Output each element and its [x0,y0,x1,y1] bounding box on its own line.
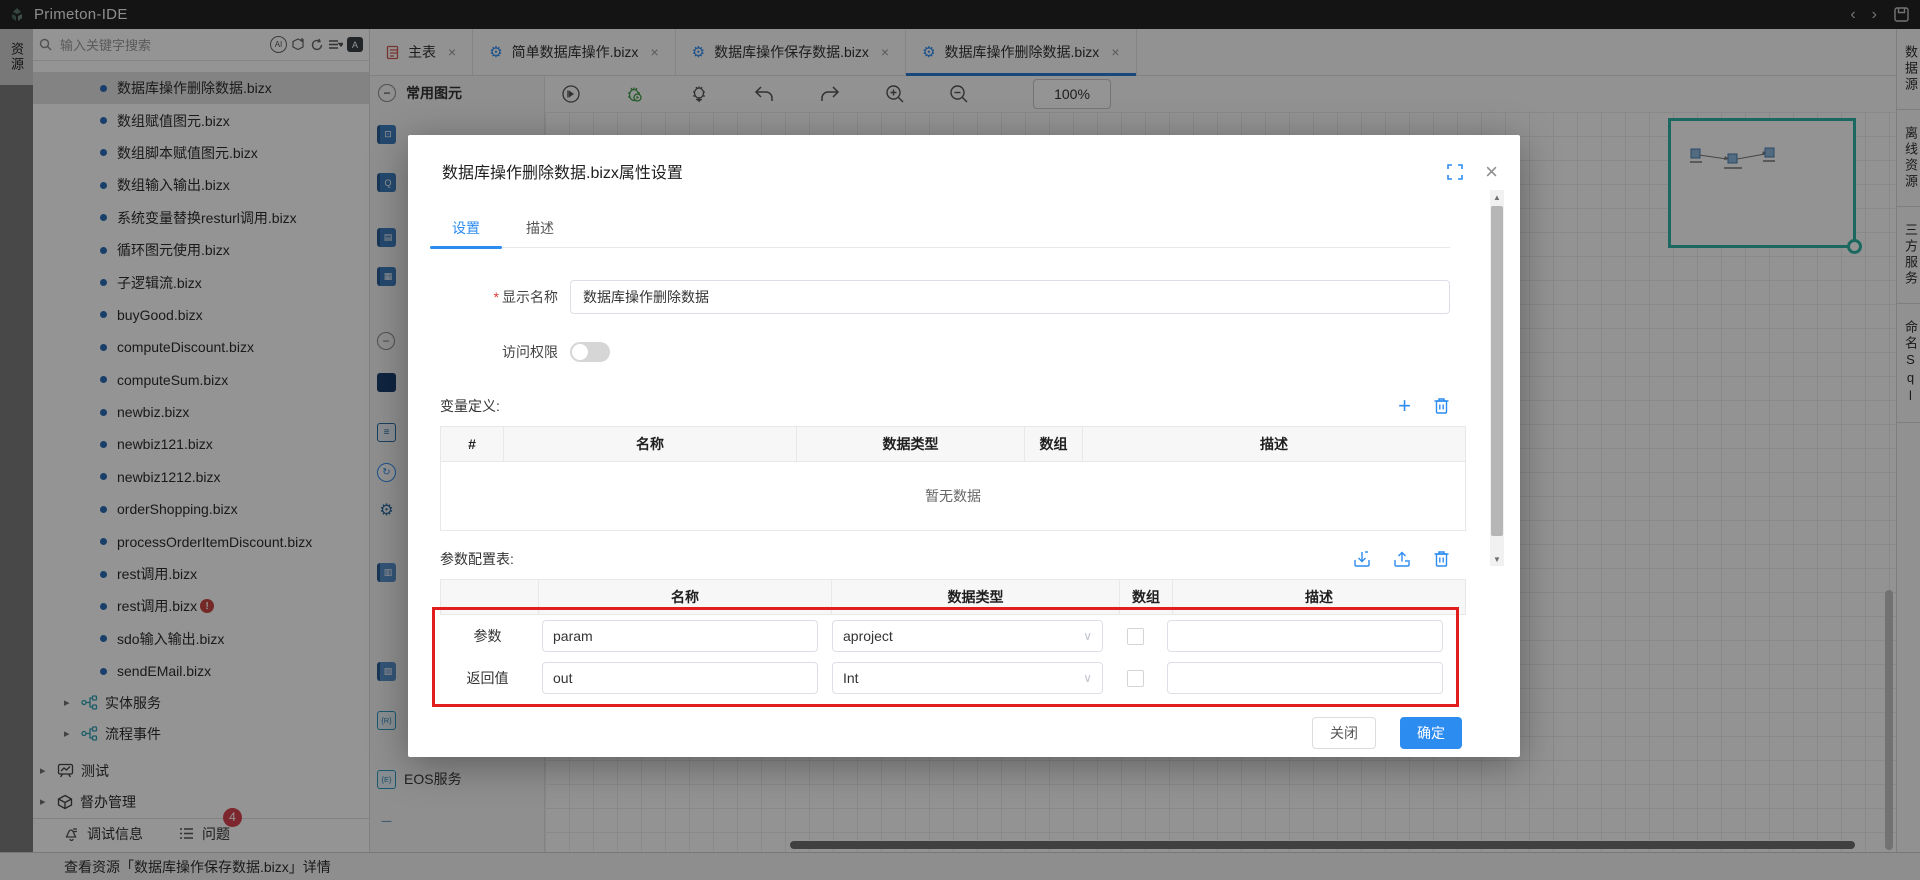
dialog-scrollbar[interactable]: ▲ ▼ [1490,190,1504,566]
access-row: 访问权限 [440,342,1450,362]
param-desc-cell [1160,657,1450,699]
params-col-header: 描述 [1172,579,1466,615]
select-value: Int [843,670,859,686]
array-checkbox[interactable] [1126,627,1144,645]
params-section-header: 参数配置表: [440,549,1450,569]
import-params-icon[interactable] [1353,550,1371,568]
params-section-label: 参数配置表: [440,551,514,567]
param-desc-input[interactable] [1167,662,1443,694]
variables-section-label: 变量定义: [440,398,500,414]
param-name-input[interactable]: param [542,620,818,652]
dialog-tab[interactable]: 描述 [514,209,566,247]
scrollbar-thumb[interactable] [1491,206,1503,536]
param-type-label: 参数 [473,628,502,644]
scroll-up-icon[interactable]: ▲ [1490,190,1504,204]
delete-variable-icon[interactable] [1433,397,1450,415]
param-array-cell [1110,615,1160,657]
param-name-cell: param [535,615,825,657]
chevron-down-icon: ∨ [1083,629,1092,643]
close-button[interactable]: 关闭 [1312,717,1376,749]
dialog-tabs: 设置 描述 [430,209,1450,249]
param-array-cell [1110,657,1160,699]
variables-col-header: # [440,426,504,462]
param-type-cell: Int ∨ [825,657,1110,699]
required-asterisk: * [493,289,499,305]
dialog-footer: 关闭 确定 [440,717,1462,749]
param-datatype-select[interactable]: aproject ∨ [832,620,1103,652]
primeton-ide-window: Primeton-IDE ‹ › 资源 输入关键字搜索 AI A 数据库操作删除… [0,0,1920,880]
dialog-title: 数据库操作删除数据.bizx属性设置 [442,165,683,182]
access-label: 访问权限 [502,344,558,360]
params-table: 名称 数据类型 数组 描述 参数 param aproject ∨ 返回值 out Int ∨ [432,579,1466,707]
properties-dialog: 数据库操作删除数据.bizx属性设置 × 设置 描述 * 显示名称 数据库操作删除数… [408,135,1520,757]
scroll-down-icon[interactable]: ▼ [1490,552,1504,566]
param-datatype-select[interactable]: Int ∨ [832,662,1103,694]
param-row: 返回值 out Int ∨ [440,657,1450,699]
variables-col-header: 数组 [1024,426,1083,462]
dialog-tab[interactable]: 设置 [430,209,502,249]
variables-col-header: 描述 [1082,426,1466,462]
add-variable-icon[interactable]: + [1398,395,1411,417]
param-type-cell: aproject ∨ [825,615,1110,657]
param-name-cell: out [535,657,825,699]
variables-empty-text: 暂无数据 [440,461,1466,531]
chevron-down-icon: ∨ [1083,671,1092,685]
access-toggle[interactable] [570,342,610,362]
params-col-header: 名称 [538,579,832,615]
variables-section-header: 变量定义: + [440,395,1450,417]
param-desc-cell [1160,615,1450,657]
params-col-header: 数组 [1119,579,1173,615]
delete-param-icon[interactable] [1433,550,1450,568]
display-name-input[interactable]: 数据库操作删除数据 [570,280,1450,314]
variables-col-header: 名称 [503,426,797,462]
variables-table: # 名称 数据类型 数组 描述 暂无数据 [440,426,1466,531]
params-col-header: 数据类型 [831,579,1120,615]
param-row: 参数 param aproject ∨ [440,615,1450,657]
param-name-input[interactable]: out [542,662,818,694]
display-name-row: * 显示名称 数据库操作删除数据 [440,280,1450,314]
close-icon[interactable]: × [1485,161,1498,183]
params-col-header [440,579,539,615]
ok-button[interactable]: 确定 [1400,717,1462,749]
select-value: aproject [843,628,893,644]
param-type-label: 返回值 [466,670,509,686]
param-desc-input[interactable] [1167,620,1443,652]
display-name-label: * 显示名称 [493,289,558,305]
array-checkbox[interactable] [1126,669,1144,687]
variables-col-header: 数据类型 [796,426,1025,462]
maximize-icon[interactable] [1447,164,1463,180]
export-params-icon[interactable] [1393,550,1411,568]
